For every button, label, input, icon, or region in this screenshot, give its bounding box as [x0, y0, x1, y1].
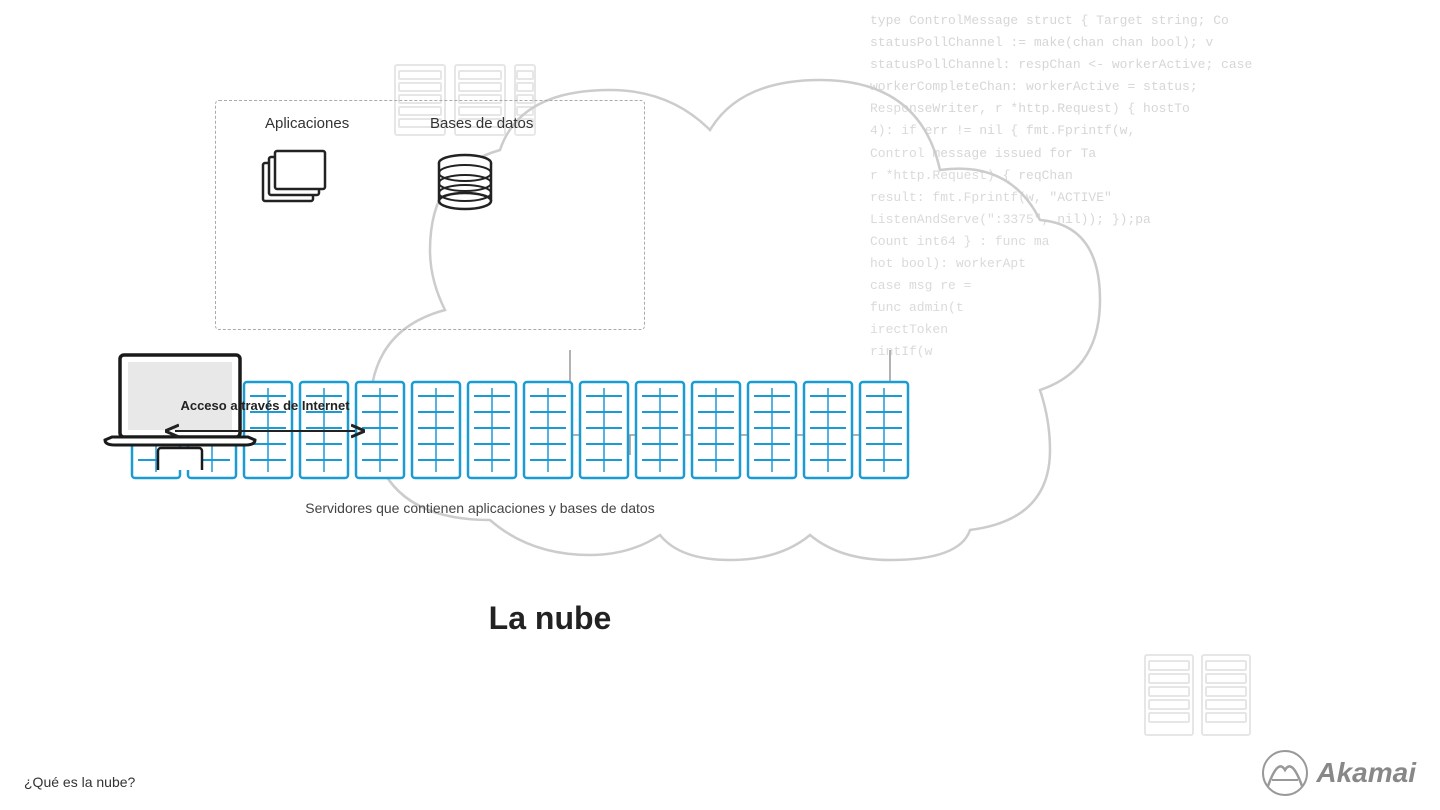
- bottom-left-label: ¿Qué es la nube?: [24, 774, 135, 790]
- arrow-text: Acceso a través de Internet: [180, 398, 349, 413]
- server-unit: [410, 380, 462, 485]
- server-label: Servidores que contienen aplicaciones y …: [130, 500, 830, 516]
- databases-label: Bases de datos: [430, 115, 533, 132]
- server-unit: [690, 380, 742, 485]
- akamai-text: Akamai: [1316, 757, 1416, 789]
- database-icon: [425, 145, 505, 230]
- server-unit: [634, 380, 686, 485]
- app-icon: [255, 145, 335, 230]
- server-unit: [802, 380, 854, 485]
- ghost-servers-bottom-right: [1140, 650, 1260, 745]
- main-content: type ControlMessage struct { Target stri…: [0, 0, 1440, 810]
- server-unit: [522, 380, 574, 485]
- server-unit: [746, 380, 798, 485]
- applications-label: Aplicaciones: [265, 115, 349, 132]
- arrow-label: Acceso a través de Internet: [165, 398, 365, 445]
- cloud-title: La nube: [0, 600, 1100, 637]
- server-unit: [466, 380, 518, 485]
- server-unit: [578, 380, 630, 485]
- server-unit: [858, 380, 910, 485]
- akamai-logo: Akamai: [1260, 748, 1416, 798]
